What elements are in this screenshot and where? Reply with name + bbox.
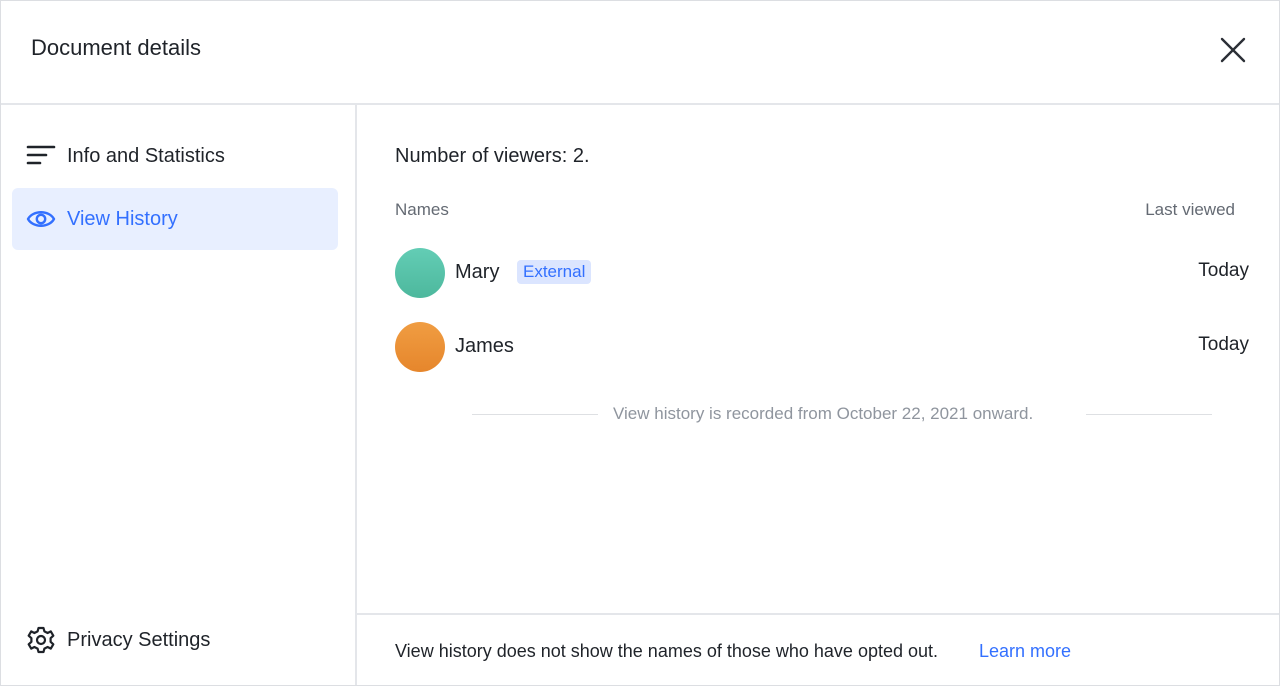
- divider-line-right: [1086, 414, 1212, 415]
- viewer-row: Mary External Today: [395, 248, 1249, 300]
- close-icon: [1220, 37, 1246, 63]
- dialog-title: Document details: [31, 35, 201, 60]
- last-viewed-time: Today: [1198, 334, 1249, 355]
- learn-more-link[interactable]: Learn more: [979, 641, 1071, 662]
- gear-icon: [27, 626, 55, 654]
- last-viewed-time: Today: [1198, 260, 1249, 281]
- sidebar-item-view-history[interactable]: View History: [12, 188, 338, 250]
- close-button[interactable]: [1215, 32, 1251, 68]
- viewer-count: Number of viewers: 2.: [395, 145, 590, 167]
- avatar: [395, 248, 445, 298]
- sidebar-item-label: Info and Statistics: [67, 145, 225, 167]
- column-header-names: Names: [395, 200, 449, 219]
- sidebar-item-privacy-settings[interactable]: Privacy Settings: [12, 609, 338, 671]
- column-header-last-viewed: Last viewed: [1145, 200, 1235, 219]
- viewer-row: James Today: [395, 322, 1249, 374]
- eye-icon: [26, 211, 56, 227]
- dialog-footer: View history does not show the names of …: [357, 613, 1279, 687]
- external-badge: External: [517, 260, 592, 284]
- list-lines-icon: [26, 145, 56, 165]
- viewer-name: James: [455, 335, 514, 357]
- sidebar-item-info-and-statistics[interactable]: Info and Statistics: [12, 125, 338, 187]
- dialog-header: Document details: [1, 1, 1279, 105]
- history-recorded-note: View history is recorded from October 22…: [613, 404, 1034, 423]
- document-details-dialog: Document details Info and Statistics Vie…: [0, 0, 1280, 686]
- avatar: [395, 322, 445, 372]
- view-history-panel: Number of viewers: 2. Names Last viewed …: [357, 105, 1279, 613]
- sidebar: Info and Statistics View History Privacy…: [1, 105, 357, 685]
- divider-line-left: [472, 414, 598, 415]
- sidebar-item-label: Privacy Settings: [67, 629, 211, 651]
- opt-out-notice: View history does not show the names of …: [395, 641, 939, 661]
- viewer-name: Mary: [455, 261, 500, 283]
- sidebar-item-label: View History: [67, 208, 178, 230]
